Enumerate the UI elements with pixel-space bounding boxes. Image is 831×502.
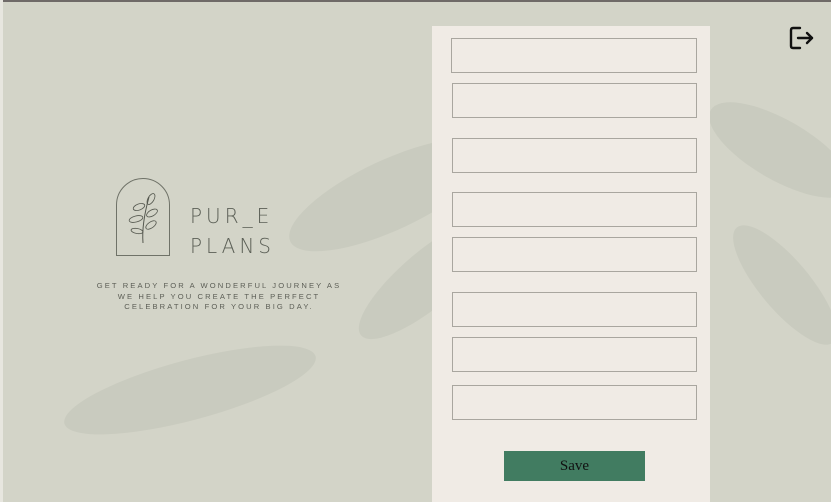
form-field-1[interactable]: [451, 38, 697, 73]
brand-name-line1: PUR_E: [190, 204, 274, 228]
tagline: GET READY FOR A WONDERFUL JOURNEY AS WE …: [96, 281, 342, 311]
brand-arch: [116, 178, 170, 256]
leaf-branch-icon: [128, 193, 158, 244]
form-field-5[interactable]: [452, 237, 697, 272]
form-field-4[interactable]: [452, 192, 697, 227]
form-field-8[interactable]: [452, 385, 697, 420]
form-field-6[interactable]: [452, 292, 697, 327]
brand-name-line2: PLANS: [190, 234, 275, 258]
logout-button[interactable]: [788, 24, 816, 52]
brand-logo: PUR_E PLANS: [108, 178, 308, 268]
form-field-7[interactable]: [452, 337, 697, 372]
save-button[interactable]: Save: [504, 451, 645, 481]
form-field-3[interactable]: [452, 138, 697, 173]
form-field-2[interactable]: [452, 83, 697, 118]
logout-icon: [789, 26, 814, 50]
